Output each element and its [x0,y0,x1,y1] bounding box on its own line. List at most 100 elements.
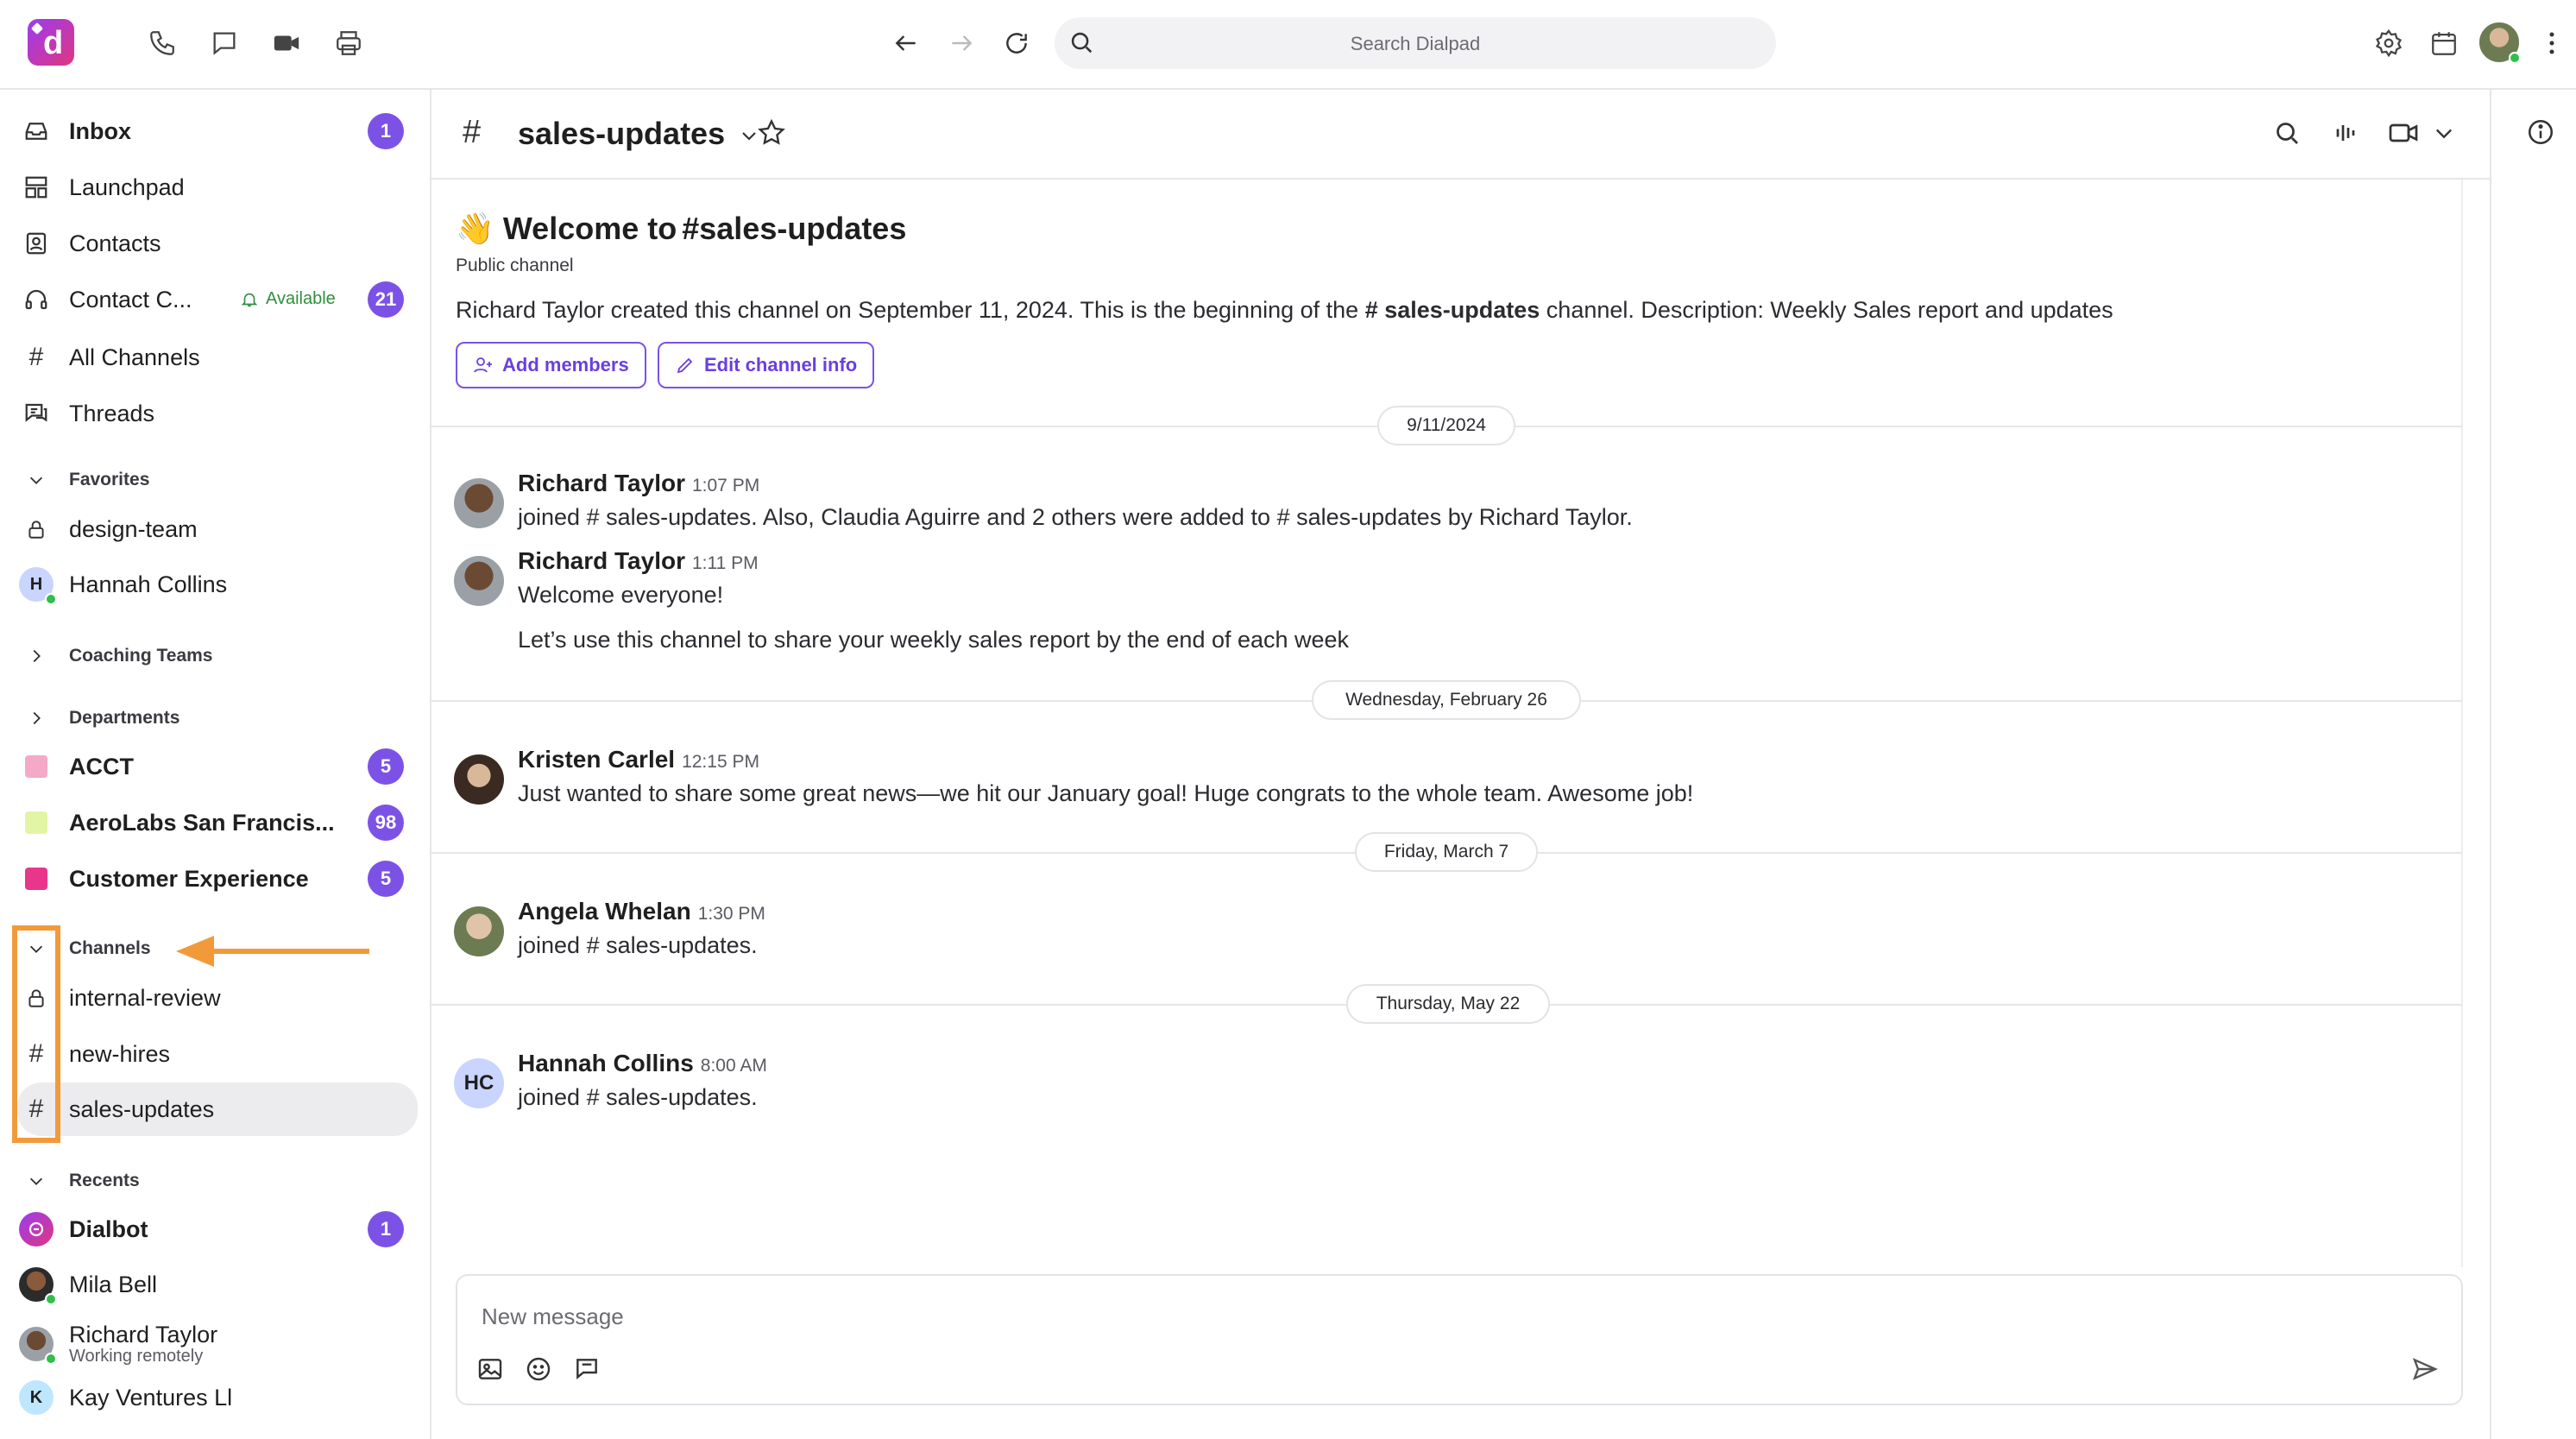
department-color-wrapper [17,748,55,786]
sidebar-item-new-hires[interactable]: # new-hires [17,1030,418,1078]
section-departments[interactable]: Departments [17,699,180,737]
search-input[interactable]: Search Dialpad [1055,17,1776,69]
section-favorites[interactable]: Favorites [17,461,149,499]
composer-toolbar [476,1355,601,1383]
availability-label: Available [266,289,336,308]
chevron-down-icon[interactable] [2432,121,2456,145]
sidebar-item-richard-taylor[interactable]: Richard Taylor Working remotely [17,1316,418,1373]
sidebar-item-label: Hannah Collins [69,571,228,597]
star-icon[interactable] [756,117,787,148]
presence-dot [2509,52,2521,64]
avatar-initials: HC [463,1071,494,1095]
sidebar-item-internal-review[interactable]: internal-review [17,974,418,1022]
emoji-icon[interactable] [525,1355,552,1383]
sidebar-item-label: Contact C... [69,286,192,312]
message-time: 1:30 PM [697,904,765,924]
video-call-icon[interactable] [2387,117,2420,148]
hash-icon: # [682,211,700,246]
send-icon[interactable] [2411,1355,2439,1383]
avatar[interactable]: HC [454,1058,504,1108]
button-label: Add members [502,354,629,376]
sidebar-item-kay-ventures[interactable]: K Kay Ventures Ll [17,1373,418,1422]
availability-status[interactable]: Available [240,289,336,309]
image-icon[interactable] [476,1355,504,1383]
sidebar-item-all-channels[interactable]: # All Channels [17,333,418,382]
presence-dot [45,1353,57,1365]
message-author[interactable]: Kristen Carlel [518,746,675,773]
sidebar-item-customer-experience[interactable]: Customer Experience 5 [17,855,418,903]
scroll-track[interactable] [2461,180,2463,1267]
button-label: Edit channel info [704,354,858,376]
threads-icon [17,394,55,432]
forward-arrow-icon[interactable] [942,24,980,62]
video-icon[interactable] [268,24,305,62]
search-icon[interactable] [2271,117,2302,148]
message-header: Hannah Collins 8:00 AM [518,1050,767,1077]
message-author[interactable]: Richard Taylor [518,547,685,574]
message-header: Richard Taylor 1:07 PM [518,470,759,497]
avatar: K [19,1380,54,1415]
calendar-icon[interactable] [2425,24,2463,62]
message-author[interactable]: Richard Taylor [518,470,685,496]
sidebar-item-acct[interactable]: ACCT 5 [17,742,418,791]
avatar[interactable] [454,478,504,528]
channel-header: # sales-updates [431,90,2490,180]
channel-view: # sales-updates � [431,90,2490,1439]
message-time: 8:00 AM [700,1056,767,1076]
gear-icon[interactable] [2370,24,2408,62]
refresh-icon[interactable] [998,24,1036,62]
sidebar-item-sales-updates[interactable]: # sales-updates [17,1082,418,1136]
sidebar-item-label: design-team [69,515,198,542]
description-text: channel. Description: Weekly Sales repor… [1546,297,2113,323]
headset-icon [17,281,55,319]
avatar[interactable] [454,906,504,956]
sidebar-item-text: Richard Taylor Working remotely [69,1322,217,1366]
phone-icon[interactable] [143,24,181,62]
description-channel-name: # sales-updates [1364,297,1540,323]
sidebar-item-hannah-collins[interactable]: H Hannah Collins [17,560,418,609]
channel-title[interactable]: sales-updates [518,116,759,152]
audio-waveform-icon[interactable] [2330,117,2361,148]
sidebar-item-mila-bell[interactable]: Mila Bell [17,1260,418,1309]
sidebar-item-threads[interactable]: Threads [17,389,418,438]
sidebar-item-dialbot[interactable]: Dialbot 1 [17,1205,418,1253]
section-recents[interactable]: Recents [17,1162,140,1200]
unread-badge: 1 [368,1211,404,1247]
unread-badge: 21 [368,281,404,318]
more-vertical-icon[interactable] [2533,24,2571,62]
sidebar-item-launchpad[interactable]: Launchpad [17,163,418,211]
channel-name: sales-updates [518,116,726,151]
add-members-button[interactable]: Add members [456,342,646,388]
dialpad-logo[interactable]: d [28,19,74,66]
section-coaching-teams[interactable]: Coaching Teams [17,637,212,675]
sidebar-item-contacts[interactable]: Contacts [17,219,418,268]
sidebar-item-design-team[interactable]: design-team [17,505,418,553]
avatar[interactable] [454,754,504,805]
section-title: Departments [69,708,180,728]
message-time: 1:11 PM [691,553,759,573]
sidebar-item-label: Launchpad [69,174,185,200]
message-author[interactable]: Angela Whelan [518,898,691,925]
message-author[interactable]: Hannah Collins [518,1050,694,1076]
sidebar-item-label: new-hires [69,1040,171,1067]
info-icon[interactable] [2526,117,2555,147]
chat-icon[interactable] [205,24,243,62]
sidebar-item-contact-center[interactable]: Contact C... Available 21 [17,275,418,324]
section-title: Recents [69,1171,140,1190]
edit-channel-info-button[interactable]: Edit channel info [658,342,875,388]
highlight-box-annotation [12,925,60,1143]
printer-icon[interactable] [330,24,368,62]
message-time: 1:07 PM [691,476,760,495]
message-header: Angela Whelan 1:30 PM [518,898,765,925]
avatar: H [19,567,57,605]
avatar-wrapper: H [17,565,57,605]
message-composer[interactable]: New message [456,1274,2463,1405]
avatar[interactable] [454,556,504,606]
back-arrow-icon[interactable] [887,24,925,62]
sidebar-item-inbox[interactable]: Inbox 1 [17,107,418,155]
avatar [19,1327,57,1365]
sidebar-item-aerolabs[interactable]: AeroLabs San Francis... 98 [17,798,418,847]
thread-icon[interactable] [573,1355,601,1383]
avatar [19,1267,57,1305]
right-rail [2490,90,2576,1439]
